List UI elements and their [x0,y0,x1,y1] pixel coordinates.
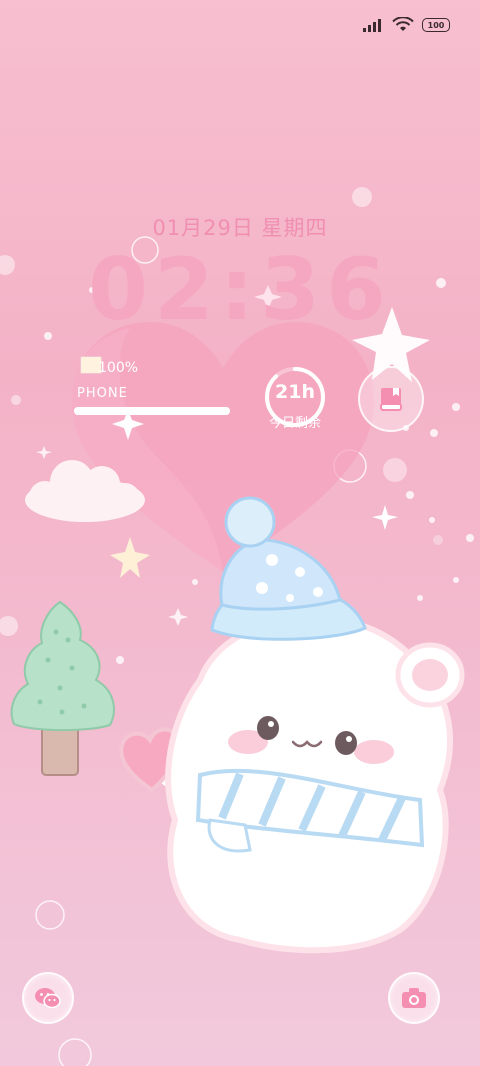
book-icon [380,388,402,411]
camera-shortcut-button[interactable] [388,972,440,1024]
battery-indicator: 100 [422,18,450,32]
notes-shortcut-button[interactable] [358,366,424,432]
status-bar: 100 [362,14,450,36]
battery-percent: 100% [98,360,139,376]
wechat-icon [35,988,61,1009]
wechat-shortcut-button[interactable] [22,972,74,1024]
camera-icon [402,988,426,1008]
battery-bar-fill [74,407,230,415]
device-label: PHONE [77,386,128,401]
wifi-icon [392,17,414,31]
remaining-time-label: 今日剩余 [268,416,321,431]
battery-value: 100 [427,20,445,30]
lockscreen-date: 01月29日 星期四 [152,216,328,240]
lockscreen-clock: 02:36 [88,240,392,340]
signal-icon [363,19,381,32]
remaining-time-value: 21h [275,381,315,403]
wallpaper-illustration [0,187,474,1066]
